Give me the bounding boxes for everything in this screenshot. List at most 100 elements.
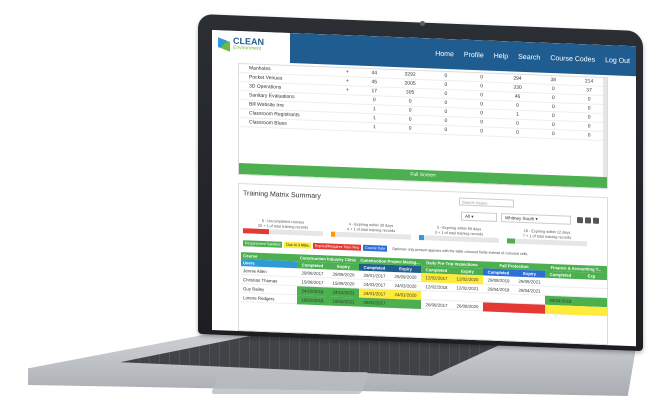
legend-item: Course Date [363, 244, 388, 252]
nav-help[interactable]: Help [494, 52, 508, 60]
table-cell: 44 [371, 70, 378, 77]
table-cell: 214 [584, 78, 594, 85]
user-name: Lorene Rodgers [243, 294, 275, 301]
table-cell[interactable] [545, 304, 576, 315]
nav-home[interactable]: Home [435, 50, 454, 58]
print-icon[interactable] [585, 217, 591, 224]
location-select[interactable]: Whitney South ▾ [501, 213, 571, 225]
table-cell: 330 [513, 84, 522, 91]
reset-button[interactable]: Reset [533, 200, 545, 208]
expand-button[interactable] [339, 117, 357, 118]
table-cell: 0 [551, 131, 555, 138]
table-cell: 0 [408, 107, 412, 114]
table-cell: 0 [480, 119, 484, 126]
table-cell: 0 [408, 116, 412, 123]
table-cell: 0 [480, 92, 484, 99]
table-cell: 0 [444, 108, 448, 116]
nav-log-out[interactable]: Log Out [605, 57, 630, 65]
table-cell: 17 [371, 88, 378, 95]
nav-search[interactable]: Search [518, 53, 540, 61]
table-cell: 3292 [404, 71, 416, 78]
table-cell: 0 [551, 104, 555, 111]
table-cell: 0 [444, 72, 448, 80]
training-matrix-table: Course Construction Industry Clinic Constr… [241, 252, 607, 317]
matrix-title: Training Matrix Summary [243, 190, 321, 201]
export-summary-button[interactable]: Export Summary [573, 202, 603, 211]
table-cell: 0 [587, 114, 591, 121]
table-cell[interactable]: 09/01/2017 [359, 297, 390, 308]
stat-bar-fill [243, 228, 269, 235]
table-cell: 0 [551, 86, 555, 93]
training-matrix-panel: Training Matrix Summary Search Issues Se… [238, 182, 608, 346]
filter-select[interactable]: All ▾ [461, 211, 497, 222]
table-cell: 0 [516, 102, 519, 109]
table-cell: 45 [371, 79, 378, 86]
table-cell: 0 [480, 74, 484, 81]
table-cell: 0 [408, 98, 412, 105]
table-cell[interactable] [576, 305, 607, 316]
table-cell: 0 [551, 95, 555, 102]
settings-icon[interactable] [577, 217, 583, 224]
expand-button[interactable] [339, 126, 357, 127]
export-excel-button[interactable]: Export Excel [547, 201, 571, 210]
search-input[interactable]: Search Issues [459, 197, 514, 208]
upper-table: Manholes +44 3292 0 0 294 38 214 Pocket Venues +4… [239, 64, 607, 142]
nav-course-codes[interactable]: Course Codes [550, 54, 595, 63]
nav-profile[interactable]: Profile [464, 51, 484, 59]
table-cell: 1 [372, 124, 376, 131]
table-cell[interactable]: 19/10/2021 [328, 295, 359, 307]
table-cell: 294 [513, 75, 522, 82]
table-cell: 1 [516, 111, 519, 118]
table-cell: 0 [372, 97, 376, 104]
table-cell: 38 [550, 77, 557, 84]
stat-bar-fill [419, 234, 424, 241]
table-cell: 0 [516, 129, 519, 136]
legend-item: Due In 3 Mths [284, 241, 311, 249]
laptop-trackpad [210, 372, 370, 394]
table-cell: 0 [444, 126, 448, 134]
table-cell: 0 [516, 120, 519, 127]
camera-icon [420, 21, 425, 26]
table-cell: 0 [408, 125, 412, 132]
table-cell: 0 [587, 123, 591, 130]
row-name: Classroom Blues [249, 119, 287, 127]
table-cell: 0 [444, 90, 448, 98]
stat-bar-fill [331, 231, 335, 237]
search-button[interactable]: Search [517, 200, 531, 209]
delete-icon[interactable] [593, 217, 599, 224]
table-cell: 0 [587, 96, 591, 103]
table-cell: 0 [444, 81, 448, 89]
screen: CLEAN Environment Home Profile Help Sear… [212, 30, 636, 347]
legend-item: Requirement Satisfied [243, 240, 283, 248]
expand-button[interactable]: + [339, 69, 357, 76]
table-cell: 1 [372, 115, 376, 122]
stat-bar-fill [507, 238, 515, 244]
table-cell: 0 [551, 122, 555, 129]
table-cell[interactable]: 19/10/2018 [297, 294, 328, 305]
expand-button[interactable]: + [339, 87, 357, 94]
table-cell: 0 [551, 113, 555, 120]
table-cell: 0 [480, 110, 484, 117]
table-cell: 37 [586, 87, 592, 94]
table-cell: 0 [444, 117, 448, 125]
table-cell: 0 [480, 128, 484, 135]
laptop-mockup: CLEAN Environment Home Profile Help Sear… [0, 0, 653, 417]
logo[interactable]: CLEAN Environment [218, 36, 264, 53]
expand-button[interactable] [339, 108, 357, 109]
table-cell[interactable]: 26/09/2017 [421, 300, 452, 310]
filter-select-value: All [465, 213, 471, 219]
table-cell: 1 [372, 106, 376, 113]
table-cell[interactable] [390, 298, 421, 309]
upper-table-scrollbar[interactable] [603, 78, 607, 179]
location-select-value: Whitney South [505, 215, 535, 222]
table-cell[interactable] [483, 301, 514, 313]
expand-button[interactable]: + [339, 78, 357, 85]
table-cell: 0 [444, 99, 448, 107]
logo-mark-icon [218, 37, 230, 51]
table-cell: 2005 [404, 80, 416, 87]
table-cell[interactable] [514, 303, 545, 314]
table-cell: 0 [480, 83, 484, 90]
table-cell: 0 [587, 105, 591, 112]
expand-button[interactable] [339, 99, 357, 100]
table-cell[interactable]: 26/09/2020 [452, 301, 483, 311]
